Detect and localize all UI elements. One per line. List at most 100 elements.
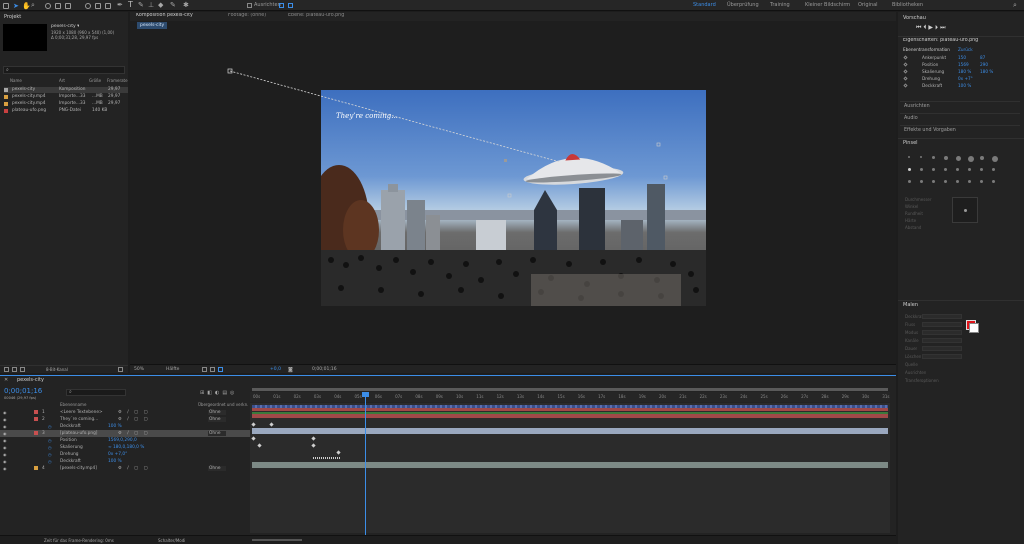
layer-row[interactable]: ◉ 4 [pexels-city.mp4] ⚙ / ▢ ▢ Ohne bbox=[0, 465, 250, 472]
timeline-close-icon[interactable]: ✕ bbox=[4, 377, 8, 383]
layer-name[interactable]: <Leere Textebene> bbox=[60, 410, 103, 415]
brush-preset[interactable] bbox=[932, 168, 935, 171]
timeline-tab[interactable]: pexels-city bbox=[17, 377, 44, 383]
property-row[interactable]: ◉ ◷ Position 1569,0,290,0 bbox=[0, 437, 250, 444]
project-item[interactable]: pexels-city.mp4 Importe...33 ...MB 29,97 bbox=[4, 94, 128, 100]
col-layer-name[interactable]: Ebenenname bbox=[60, 402, 86, 407]
keyframe-cluster[interactable] bbox=[313, 457, 341, 459]
zoom-tool-icon[interactable]: ⌕ bbox=[31, 1, 35, 10]
transform-reset-button[interactable]: Zurück bbox=[958, 47, 973, 52]
magnification-dropdown[interactable]: 50% bbox=[134, 367, 144, 372]
parent-dropdown[interactable]: Ohne bbox=[208, 410, 227, 415]
property-row[interactable]: ◉ ◷ Skalierung ∞ 180,0,180,0 % bbox=[0, 444, 250, 451]
parent-dropdown[interactable]: Ohne bbox=[208, 431, 227, 436]
brush-preset[interactable] bbox=[956, 168, 959, 171]
brush-preset[interactable] bbox=[980, 180, 983, 183]
region-of-interest-icon[interactable] bbox=[202, 367, 207, 372]
visibility-eye-icon[interactable]: ◉ bbox=[3, 459, 7, 464]
interpret-footage-icon[interactable] bbox=[4, 367, 9, 372]
prop-value-1[interactable]: 150 bbox=[958, 55, 966, 60]
brush-preset[interactable] bbox=[980, 156, 984, 160]
paint-field[interactable] bbox=[922, 338, 962, 343]
new-comp-icon[interactable] bbox=[20, 367, 25, 372]
project-item[interactable]: plateau-ufo.png PNG-Datei 140 KB bbox=[4, 108, 128, 114]
project-item-name[interactable]: pexels-city ▾ bbox=[51, 24, 79, 29]
paint-field[interactable] bbox=[922, 314, 962, 319]
draft-3d-icon[interactable]: ◧ bbox=[207, 390, 215, 396]
property-value[interactable]: 100 % bbox=[108, 459, 122, 464]
brush-preset[interactable] bbox=[992, 156, 998, 162]
col-fps[interactable]: Framerate bbox=[107, 78, 128, 83]
workspace-2[interactable]: Training bbox=[770, 2, 790, 8]
property-value[interactable]: ∞ 180,0,180,0 % bbox=[108, 445, 144, 450]
layer-row[interactable]: ◉ 2 They´re coming... ⚙ / ▢ ▢ Ohne bbox=[0, 416, 250, 423]
toggle-switches-modes[interactable]: Schalter/Modi bbox=[158, 538, 185, 543]
workspace-0[interactable]: Standard bbox=[693, 2, 716, 8]
pan-behind-tool-icon[interactable] bbox=[95, 3, 101, 9]
prop-value-2[interactable]: 87 bbox=[980, 55, 985, 60]
col-name[interactable]: Name bbox=[10, 78, 22, 83]
prop-value-1[interactable]: 1569 bbox=[958, 62, 969, 67]
current-time-display[interactable]: 0;00;01;16 bbox=[312, 367, 337, 372]
layer-name[interactable]: They´re coming... bbox=[60, 417, 98, 422]
preview-panel-title[interactable]: Vorschau bbox=[903, 15, 926, 21]
prop-value-1[interactable]: 180 % bbox=[958, 69, 971, 74]
resolution-dropdown[interactable]: Hälfte bbox=[166, 367, 179, 372]
brush-preset[interactable] bbox=[920, 180, 923, 183]
panel-section-2[interactable]: Effekte und Vorgaben bbox=[900, 125, 1020, 134]
switches[interactable]: ⚙ / ▢ ▢ bbox=[118, 417, 150, 422]
property-value[interactable]: 1569,0,290,0 bbox=[108, 438, 137, 443]
last-frame-icon[interactable]: ⏭ bbox=[940, 24, 947, 31]
paint-field[interactable] bbox=[922, 346, 962, 351]
snapshot-icon[interactable]: ◙ bbox=[288, 367, 293, 373]
prop-value-1[interactable]: 0x +7° bbox=[958, 76, 973, 81]
brush-preset[interactable] bbox=[944, 180, 947, 183]
stopwatch-icon[interactable]: ◷ bbox=[48, 445, 52, 450]
layer-name[interactable]: [pexels-city.mp4] bbox=[60, 466, 97, 471]
rotate-tool-icon[interactable] bbox=[85, 3, 91, 9]
brush-preset[interactable] bbox=[944, 156, 948, 160]
layer3-bar[interactable] bbox=[252, 428, 888, 434]
prop-value-2[interactable]: 290 bbox=[980, 62, 988, 67]
puppet-tool-icon[interactable]: ✱ bbox=[183, 1, 189, 9]
brush-preset[interactable] bbox=[956, 156, 961, 161]
viewer-tab-0[interactable]: Komposition pexels-city bbox=[136, 13, 193, 18]
brush-preset[interactable] bbox=[908, 168, 911, 171]
label-color[interactable] bbox=[34, 417, 38, 421]
search-help-icon[interactable]: ⌕ bbox=[1013, 1, 1017, 10]
parent-dropdown[interactable]: Ohne bbox=[208, 417, 227, 422]
workspace-4[interactable]: Original bbox=[858, 2, 878, 8]
playhead[interactable] bbox=[365, 392, 366, 537]
property-row[interactable]: ◉ ◷ Deckkraft 100 % bbox=[0, 423, 250, 430]
project-panel-tab[interactable]: Projekt bbox=[4, 14, 21, 20]
workspace-1[interactable]: Überprüfung bbox=[727, 2, 759, 8]
brush-preset[interactable] bbox=[920, 168, 923, 171]
new-folder-icon[interactable] bbox=[12, 367, 17, 372]
motion-blur-icon[interactable]: ◎ bbox=[230, 390, 237, 396]
project-item[interactable]: pexels-city.mp4 Importe...33 ...MB 29,97 bbox=[4, 101, 128, 107]
property-row[interactable]: ◉ ◷ Deckkraft 100 % bbox=[0, 458, 250, 465]
playhead-handle[interactable] bbox=[362, 392, 369, 397]
bit-depth-label[interactable]: 8-Bit-Kanal bbox=[46, 367, 68, 372]
project-item[interactable]: pexels-city Komposition 29,97 bbox=[4, 87, 128, 93]
work-area-bar[interactable] bbox=[252, 388, 888, 391]
brush-preset[interactable] bbox=[968, 180, 971, 183]
clone-stamp-tool-icon[interactable]: ⊥ bbox=[148, 1, 154, 9]
orbit-tool-icon[interactable] bbox=[45, 3, 51, 9]
layer-name[interactable]: [plateau-ufo.png] bbox=[60, 431, 97, 436]
visibility-eye-icon[interactable]: ◉ bbox=[3, 424, 7, 429]
stopwatch-icon[interactable]: ◷ bbox=[48, 452, 52, 457]
brush-preset[interactable] bbox=[956, 180, 959, 183]
background-color-swatch[interactable] bbox=[969, 323, 979, 333]
pen-tool-icon[interactable]: ✒ bbox=[117, 1, 123, 9]
col-size[interactable]: Größe bbox=[89, 78, 101, 83]
col-parent[interactable]: Übergeordnet und verkn. bbox=[198, 402, 248, 407]
selection-tool-icon[interactable]: ➤ bbox=[13, 2, 19, 10]
viewer-tab-1[interactable]: Footage: (ohne) bbox=[228, 13, 266, 18]
paint-field[interactable] bbox=[922, 330, 962, 335]
switches[interactable]: ⚙ / ▢ ▢ bbox=[118, 431, 150, 436]
label-color[interactable] bbox=[34, 466, 38, 470]
mask-visibility-icon[interactable] bbox=[218, 367, 223, 372]
comp-breadcrumb[interactable]: pexels-city bbox=[137, 22, 168, 29]
delete-icon[interactable] bbox=[118, 367, 123, 372]
